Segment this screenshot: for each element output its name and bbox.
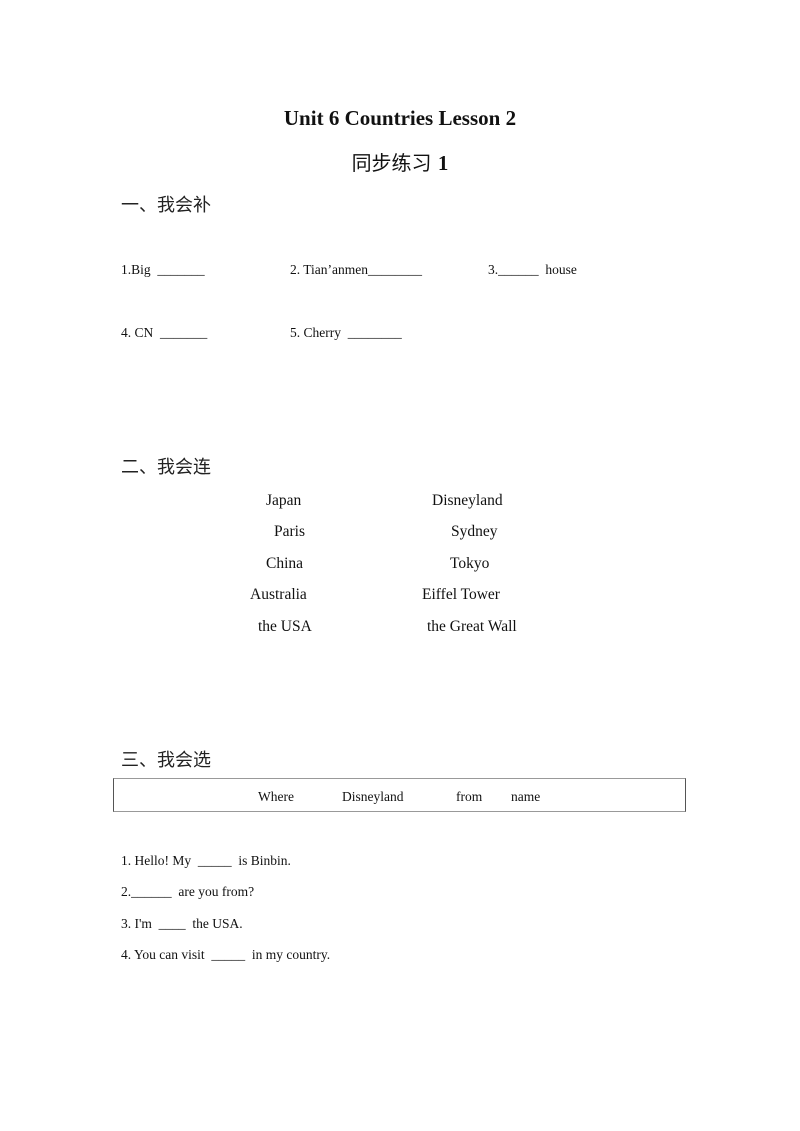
worksheet-title: Unit 6 Countries Lesson 2: [283, 106, 517, 130]
fill-item-5: 5. Cherry ________: [290, 325, 402, 340]
match-right-item: Tokyo: [450, 555, 490, 572]
fill-item-4: 4. CN _______: [121, 325, 208, 340]
word-bank-word: from: [456, 789, 483, 804]
fill-item-1: 1.Big _______: [121, 262, 205, 277]
match-left-item: Japan: [266, 492, 302, 509]
word-bank-word: Where: [258, 789, 294, 804]
question-4: 4. You can visit _____ in my country.: [121, 947, 331, 962]
match-left-item: Australia: [250, 586, 307, 603]
fill-item-2: 2. Tian’anmen________: [290, 262, 423, 277]
match-left-item: the USA: [258, 618, 312, 635]
question-1: 1. Hello! My _____ is Binbin.: [121, 853, 291, 868]
worksheet-subtitle: 同步练习 1: [0, 147, 800, 176]
question-3: 3. I'm ____ the USA.: [121, 916, 243, 931]
subtitle-text: 同步练习: [351, 151, 438, 175]
match-right-item: Eiffel Tower: [422, 586, 500, 603]
subtitle-number: 1: [437, 151, 449, 175]
match-right-item: Disneyland: [432, 492, 503, 509]
section-3-heading: 三、我会选: [121, 750, 211, 771]
section-2-heading: 二、我会连: [121, 457, 211, 478]
fill-item-3: 3.______ house: [488, 262, 577, 277]
word-bank-word: Disneyland: [342, 789, 404, 804]
section-1-heading: 一、我会补: [121, 195, 211, 216]
word-bank-word: name: [511, 789, 541, 804]
match-right-item: the Great Wall: [427, 618, 517, 635]
match-right-item: Sydney: [451, 523, 498, 540]
question-2: 2.______ are you from?: [121, 884, 255, 899]
match-left-item: China: [266, 555, 304, 572]
match-left-item: Paris: [274, 523, 305, 540]
